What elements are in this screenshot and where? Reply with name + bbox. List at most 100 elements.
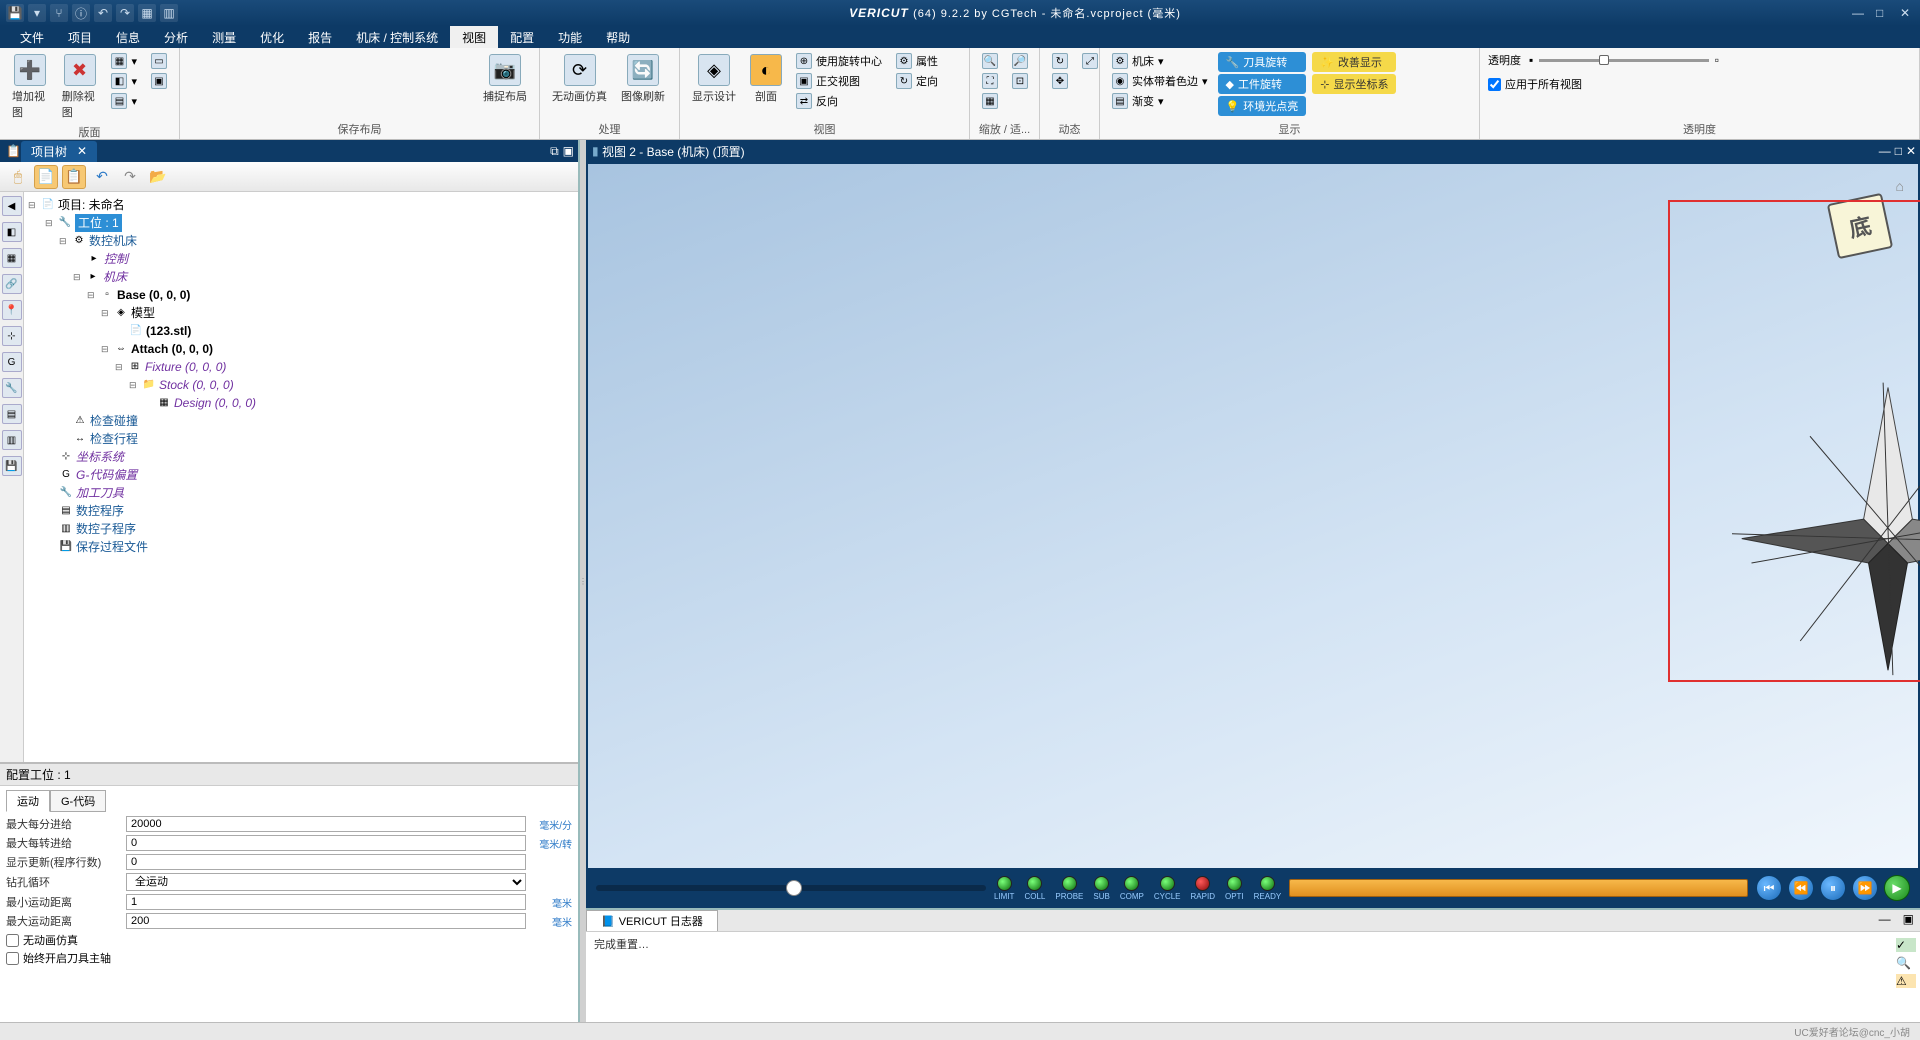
layout-split-button[interactable]: ◧▾	[107, 72, 141, 90]
rewind-start-button[interactable]: ⏮	[1756, 875, 1782, 901]
playback-thumb[interactable]	[786, 880, 802, 896]
led-limit[interactable]: LIMIT	[994, 876, 1014, 901]
zoom-all-button[interactable]: ⊡	[1008, 72, 1032, 90]
zoom-out-button[interactable]: 🔎	[1008, 52, 1032, 70]
viewport-max-icon[interactable]: □	[1895, 144, 1902, 158]
panel-max-icon[interactable]: ▣	[563, 144, 574, 159]
qat-dropdown-icon[interactable]: ▾	[28, 4, 46, 22]
tb-copy-button[interactable]: 📋	[62, 165, 86, 189]
tree-nc-machine[interactable]: ⊟⚙数控机床	[28, 232, 574, 250]
pause-button[interactable]: ⏸	[1820, 875, 1846, 901]
tree-project-root[interactable]: ⊟📄项目: 未命名	[28, 196, 574, 214]
tb-open-button[interactable]: 📂	[146, 165, 170, 189]
input-min-move[interactable]	[126, 894, 526, 910]
zoom-region-button[interactable]: ▦	[978, 92, 1002, 110]
led-ready[interactable]: READY	[1254, 876, 1282, 901]
show-design-button[interactable]: ◈显示设计	[688, 52, 740, 106]
zoom-fit-button[interactable]: ⛶	[978, 72, 1002, 90]
viewport-min-icon[interactable]: —	[1879, 144, 1891, 158]
improve-display-chip[interactable]: ✨改善显示	[1312, 52, 1396, 72]
led-coll[interactable]: COLL	[1024, 876, 1045, 901]
tree-nc-sub[interactable]: ▥数控子程序	[28, 520, 574, 538]
menu-config[interactable]: 配置	[498, 26, 546, 48]
play-button[interactable]: ▶	[1884, 875, 1910, 901]
capture-layout-button[interactable]: 📷捕捉布局	[479, 52, 531, 106]
layout-row-button[interactable]: ▤▾	[107, 92, 141, 110]
input-update-lines[interactable]	[126, 854, 526, 870]
log-side-warn-icon[interactable]: ⚠	[1896, 974, 1916, 988]
menu-info[interactable]: 信息	[104, 26, 152, 48]
side-arrow-left-icon[interactable]: ◀	[2, 196, 22, 216]
tree-stock[interactable]: ⊟📁Stock (0, 0, 0)	[28, 376, 574, 394]
tree-design[interactable]: ▦Design (0, 0, 0)	[28, 394, 574, 412]
qat-undo-icon[interactable]: ↶	[94, 4, 112, 22]
project-tree[interactable]: ⊟📄项目: 未命名 ⊟🔧工位 : 1 ⊟⚙数控机床 ▸控制 ⊟▸机床 ⊟▫Bas…	[24, 192, 578, 762]
maximize-icon[interactable]: □	[1876, 6, 1890, 20]
menu-function[interactable]: 功能	[546, 26, 594, 48]
led-sub[interactable]: SUB	[1093, 876, 1109, 901]
log-max-icon[interactable]: ▣	[1897, 910, 1920, 931]
tab-motion[interactable]: 运动	[6, 790, 50, 812]
select-drill-cycle[interactable]: 全运动	[126, 873, 526, 891]
dynamic-pan-button[interactable]: ✥	[1048, 72, 1072, 90]
menu-project[interactable]: 项目	[56, 26, 104, 48]
tree-stl-file[interactable]: 📄(123.stl)	[28, 322, 574, 340]
solid-shaded-dropdown[interactable]: ◉实体带着色边 ▾	[1108, 72, 1212, 90]
led-cycle[interactable]: CYCLE	[1154, 876, 1181, 901]
project-tree-tab[interactable]: 项目树✕	[21, 141, 97, 162]
layout-grid-button[interactable]: ▦▾	[107, 52, 141, 70]
tree-model[interactable]: ⊟◈模型	[28, 304, 574, 322]
side-grid-icon[interactable]: ▦	[2, 248, 22, 268]
tree-control[interactable]: ▸控制	[28, 250, 574, 268]
image-refresh-button[interactable]: 🔄图像刷新	[617, 52, 669, 106]
machine-dropdown[interactable]: ⚙机床 ▾	[1108, 52, 1212, 70]
led-rapid[interactable]: RAPID	[1191, 876, 1215, 901]
log-side-check-icon[interactable]: ✓	[1896, 938, 1916, 952]
apply-all-views-checkbox[interactable]: 应用于所有视图	[1488, 76, 1582, 92]
viewport-close-icon[interactable]: ✕	[1906, 144, 1916, 158]
qat-info-icon[interactable]: ⓘ	[72, 4, 90, 22]
tb-mouse-button[interactable]: 🖱	[6, 165, 30, 189]
transform-dropdown[interactable]: ▤渐变 ▾	[1108, 92, 1212, 110]
section-button[interactable]: ◐剖面	[746, 52, 786, 106]
menu-optimize[interactable]: 优化	[248, 26, 296, 48]
zoom-in-button[interactable]: 🔍	[978, 52, 1002, 70]
checkbox-no-anim[interactable]: 无动画仿真	[6, 932, 572, 948]
env-light-chip[interactable]: 💡环境光点亮	[1218, 96, 1307, 116]
side-axis-icon[interactable]: ⊹	[2, 326, 22, 346]
tree-base[interactable]: ⊟▫Base (0, 0, 0)	[28, 286, 574, 304]
no-anim-sim-button[interactable]: ⟳无动画仿真	[548, 52, 611, 106]
led-comp[interactable]: COMP	[1120, 876, 1144, 901]
side-tool-icon[interactable]: 🔧	[2, 378, 22, 398]
playback-slider[interactable]	[596, 885, 986, 891]
panel-undock-icon[interactable]: ⧉	[550, 144, 559, 159]
tree-nc-program[interactable]: ▤数控程序	[28, 502, 574, 520]
part-rotate-chip[interactable]: ◆工件旋转	[1218, 74, 1307, 94]
menu-help[interactable]: 帮助	[594, 26, 642, 48]
dynamic-zoom-button[interactable]: ⤢	[1078, 52, 1102, 70]
step-back-button[interactable]: ⏪	[1788, 875, 1814, 901]
log-side-find-icon[interactable]: 🔍	[1896, 956, 1916, 970]
input-max-move[interactable]	[126, 913, 526, 929]
tree-check-travel[interactable]: ↔检查行程	[28, 430, 574, 448]
layout-window-button[interactable]: ▭	[147, 52, 171, 70]
ortho-view-button[interactable]: ▣正交视图	[792, 72, 886, 90]
side-probe-icon[interactable]: 📍	[2, 300, 22, 320]
qat-save-icon[interactable]: 💾	[6, 4, 24, 22]
log-min-icon[interactable]: —	[1873, 910, 1897, 931]
tb-undo-button[interactable]: ↶	[90, 165, 114, 189]
tab-gcode[interactable]: G-代码	[50, 790, 106, 812]
menu-view[interactable]: 视图	[450, 26, 498, 48]
tree-attach[interactable]: ⊟⇔Attach (0, 0, 0)	[28, 340, 574, 358]
led-probe[interactable]: PROBE	[1055, 876, 1083, 901]
delete-view-button[interactable]: ✖删除视图	[58, 52, 102, 122]
input-max-feed[interactable]	[126, 816, 526, 832]
step-forward-button[interactable]: ⏩	[1852, 875, 1878, 901]
menu-machine-control[interactable]: 机床 / 控制系统	[344, 26, 450, 48]
side-sub-icon[interactable]: ▥	[2, 430, 22, 450]
minimize-icon[interactable]: —	[1852, 6, 1866, 20]
reverse-button[interactable]: ⇄反向	[792, 92, 886, 110]
menu-measure[interactable]: 测量	[200, 26, 248, 48]
dynamic-rotate-button[interactable]: ↻	[1048, 52, 1072, 70]
tb-redo-button[interactable]: ↷	[118, 165, 142, 189]
